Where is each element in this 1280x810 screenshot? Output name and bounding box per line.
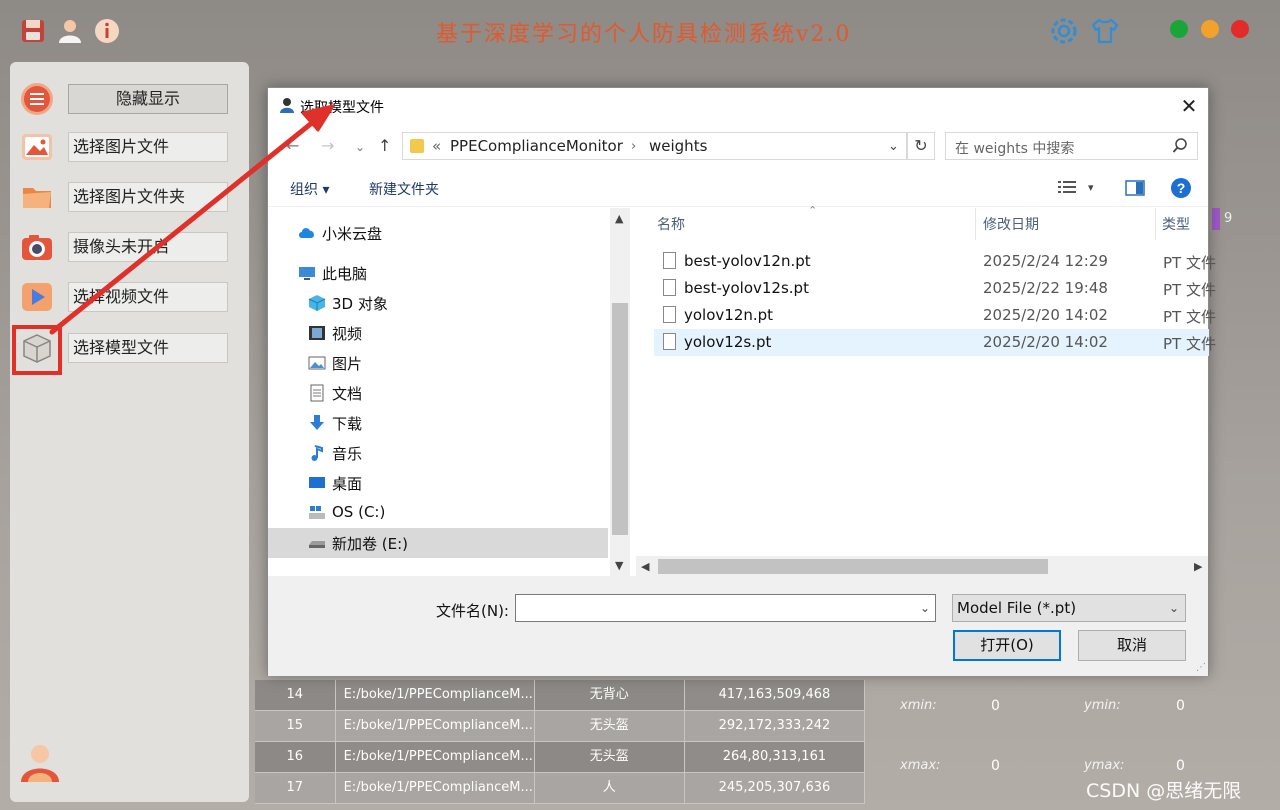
annotation-arrow xyxy=(49,104,335,335)
